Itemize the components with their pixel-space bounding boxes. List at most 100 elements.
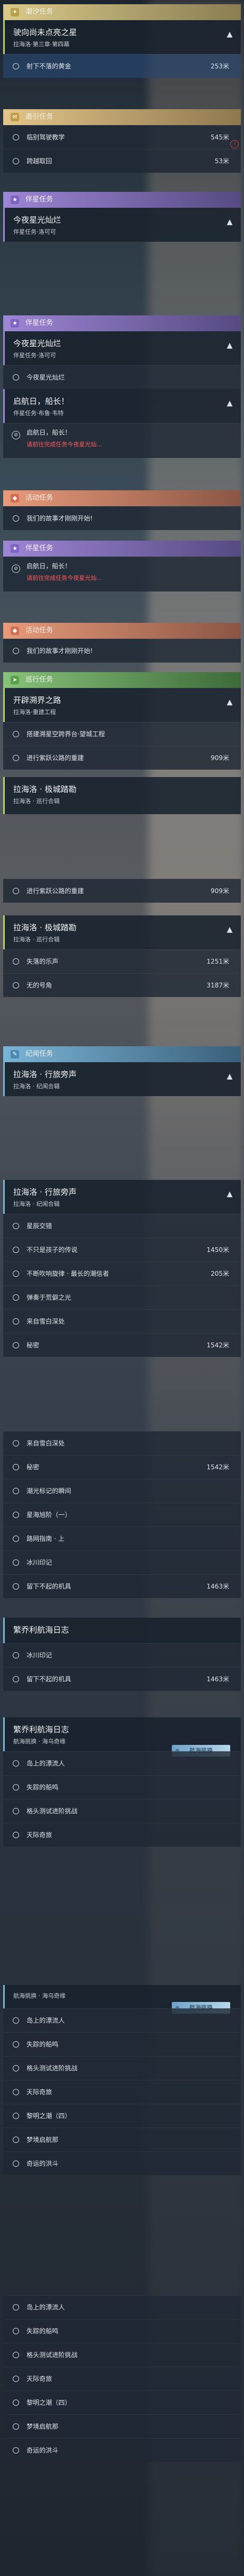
tide-icon: ✦ — [11, 8, 19, 16]
list-item[interactable]: 弹奏于荒僻之光 — [3, 1285, 241, 1309]
list-item[interactable]: 路网指南 · 上 — [3, 1527, 241, 1550]
tide-task-card[interactable]: 驶向尚未点亮之星 拉海洛·第三章·第四幕 ▲ — [3, 20, 241, 54]
list-item[interactable]: 梦境启航那 — [3, 2414, 241, 2438]
list-item[interactable]: 临别驾驶教学 545米 — [3, 125, 241, 149]
wander-card-3[interactable]: 拉海洛 · 极城踏勘 拉海洛 · 巡行合辑 ▲ — [3, 915, 241, 949]
list-item[interactable]: 星海旭阶（一） — [3, 1503, 241, 1527]
objective-icon — [13, 1583, 19, 1590]
collapse-icon[interactable]: ▲ — [224, 1071, 236, 1082]
collapse-icon[interactable]: ▲ — [224, 398, 236, 409]
epic-header[interactable]: ✎ 纪闻任务 — [3, 1046, 241, 1062]
list-item[interactable]: 天际奇旅 — [3, 2367, 241, 2390]
tide-task-header[interactable]: ✦ 潮汐任务 — [3, 4, 241, 20]
voyage-card[interactable]: 繁乔利航海日志 — [3, 1618, 241, 1643]
objective-label: 失踪的船鸣 — [27, 2041, 59, 2048]
objective-icon — [13, 1784, 19, 1790]
list-item[interactable]: 无的号角 3187米 — [3, 973, 241, 997]
collapse-icon[interactable]: ▲ — [224, 1188, 236, 1200]
list-item[interactable]: 冰川印记 — [3, 1643, 241, 1667]
companion-task-panel-2: ★ 伴星任务 今夜星光灿烂 伴星任务·洛可可 ▲ 今夜星光灿烂 启航日，船长！ … — [3, 315, 241, 458]
list-item[interactable]: 搭建溯星空跨界台·望城工程 — [3, 722, 241, 746]
wander-header[interactable]: ➤ 巡行任务 — [3, 672, 241, 688]
list-item[interactable]: 跨越取回 53米 — [3, 149, 241, 173]
list-item[interactable]: 来自雪白深处 — [3, 1431, 241, 1455]
activity-header[interactable]: ◆ 活动任务 — [3, 623, 241, 639]
objective-icon — [13, 1808, 19, 1814]
wander-card[interactable]: 开辟溯界之路 拉海洛·重建工程 ▲ — [3, 688, 241, 722]
list-item[interactable]: 岛上的漂流人 — [3, 1751, 241, 1775]
list-item[interactable]: 奇运的洪斗 — [3, 2438, 241, 2462]
list-item[interactable]: 我们的故事才刚刚开始! — [3, 639, 241, 663]
collapse-icon[interactable]: ▲ — [224, 696, 236, 708]
list-item[interactable]: 黎明之潮（四） — [3, 2104, 241, 2128]
list-item[interactable]: 梦境启航那 — [3, 2128, 241, 2151]
list-item[interactable]: 留下不起的机具 1463米 — [3, 1574, 241, 1598]
list-item[interactable]: 星辰交错 — [3, 1214, 241, 1238]
list-item[interactable]: 射下不落的黄金 253米 — [3, 54, 241, 78]
list-item[interactable]: 不只是孩子的传说 1450米 — [3, 1238, 241, 1261]
alert-icon[interactable]: ! — [230, 140, 239, 148]
objective-icon — [13, 2447, 19, 2454]
list-item[interactable]: 天际奇旅 — [3, 2080, 241, 2104]
list-item[interactable]: 不断吹响旋律 · 最长的潮信者 205米 — [3, 1261, 241, 1285]
list-item[interactable]: 岛上的漂流人 — [3, 2295, 241, 2319]
voyage-card[interactable]: 航海挑换 · 海乌奇缘 ≈ 航海挑换 — [3, 1985, 241, 2014]
voyage-task-panel-3: 航海挑换 · 海乌奇缘 ≈ 航海挑换 岛上的漂流人 失踪的船鸣 格头测试进阶挑战 … — [3, 1985, 241, 2175]
list-item[interactable]: 留下不起的机具 1463米 — [3, 1667, 241, 1691]
collapse-icon[interactable]: ▲ — [224, 216, 236, 228]
invite-task-header[interactable]: ✉ 邀引任务 — [3, 109, 241, 125]
epic-card[interactable]: 拉海洛 · 行旅旁声 拉海洛 · 纪闻合辑 ▲ — [3, 1180, 241, 1214]
list-item[interactable]: 进行紫跃公路的重建 909米 — [3, 746, 241, 770]
objective-label: 岛上的漂流人 — [27, 2304, 65, 2311]
companion-card-2[interactable]: 启航日，船长！ 伴星任务·布鲁·韦特 ▲ — [3, 389, 241, 423]
objective-icon — [13, 1760, 19, 1767]
list-item[interactable]: 失踪的船鸣 — [3, 1775, 241, 1799]
list-item[interactable]: 格头测试进阶挑战 — [3, 2343, 241, 2367]
objective-icon — [13, 2304, 19, 2310]
collapse-icon[interactable]: ▲ — [224, 340, 236, 351]
list-item[interactable]: 格头测试进阶挑战 — [3, 1799, 241, 1823]
list-item[interactable]: 秘密 1542米 — [3, 1333, 241, 1357]
companion-card[interactable]: 今夜星光灿烂 伴星任务·洛可可 ▲ — [3, 208, 241, 242]
list-item[interactable]: 失落的乐声 1251米 — [3, 949, 241, 973]
objective-icon — [13, 731, 19, 737]
locked-item[interactable]: ⊘ 启航日，船长！ 请前往完成任务今夜星光灿... — [3, 423, 241, 458]
list-item[interactable]: 冰川印记 — [3, 1550, 241, 1574]
wander-card-2[interactable]: 拉海洛 · 极城踏勘 拉海洛 · 巡行合辑 — [3, 777, 241, 814]
epic-card[interactable]: 拉海洛 · 行旅旁声 拉海洛 · 纪闻合辑 ▲ — [3, 1062, 241, 1096]
tide-task-panel: ✦ 潮汐任务 驶向尚未点亮之星 拉海洛·第三章·第四幕 ▲ 射下不落的黄金 25… — [3, 4, 241, 78]
objective-label: 天际奇旅 — [27, 2375, 53, 2383]
invite-icon: ✉ — [11, 113, 19, 121]
companion-header[interactable]: ★ 伴星任务 — [3, 315, 241, 331]
list-item[interactable]: 失踪的船鸣 — [3, 2319, 241, 2343]
locked-item[interactable]: ⊘ 启航日，船长！ 请前往完成任务今夜星光灿... — [3, 557, 241, 592]
objective-distance: 1542米 — [206, 1342, 229, 1349]
objective-label: 路网指南 · 上 — [27, 1535, 65, 1542]
companion-card[interactable]: 今夜星光灿烂 伴星任务·洛可可 ▲ — [3, 331, 241, 365]
voyage-card[interactable]: 繁乔利航海日志 航海挑换 · 海乌奇缘 ≈ 航海挑换 — [3, 1717, 241, 1757]
companion-header[interactable]: ★ 伴星任务 — [3, 541, 241, 557]
collapse-icon[interactable]: ▲ — [224, 29, 236, 40]
objective-icon — [13, 2041, 19, 2048]
objective-icon — [13, 1559, 19, 1566]
list-item[interactable]: 我们的故事才刚刚开始! — [3, 506, 241, 530]
companion-header-label: 伴星任务 — [25, 196, 54, 204]
list-item[interactable]: 进行紫跃公路的重建 909米 — [3, 879, 241, 903]
companion-header[interactable]: ★ 伴星任务 — [3, 192, 241, 208]
list-item[interactable]: 格头测试进阶挑战 — [3, 2056, 241, 2080]
epic-card-subtitle: 拉海洛 · 纪闻合辑 — [13, 1083, 60, 1090]
list-item[interactable]: 黎明之潮（四） — [3, 2390, 241, 2414]
list-item[interactable]: 岛上的漂流人 — [3, 2008, 241, 2032]
list-item[interactable]: 失踪的船鸣 — [3, 2032, 241, 2056]
collapse-icon[interactable]: ▲ — [224, 924, 236, 936]
list-item[interactable]: 今夜星光灿烂 — [3, 365, 241, 389]
objective-label: 失踪的船鸣 — [27, 1784, 59, 1791]
voyage-card-title: 繁乔利航海日志 — [13, 1725, 69, 1734]
list-item[interactable]: 奇运的洪斗 — [3, 2151, 241, 2175]
list-item[interactable]: 来自雪白深处 — [3, 1309, 241, 1333]
list-item[interactable]: 潮光标记的瞬间 — [3, 1479, 241, 1503]
list-item[interactable]: 秘密 1542米 — [3, 1455, 241, 1479]
activity-header[interactable]: ◆ 活动任务 — [3, 490, 241, 506]
list-item[interactable]: 天际奇旅 — [3, 1823, 241, 1847]
activity-icon: ◆ — [11, 627, 19, 635]
